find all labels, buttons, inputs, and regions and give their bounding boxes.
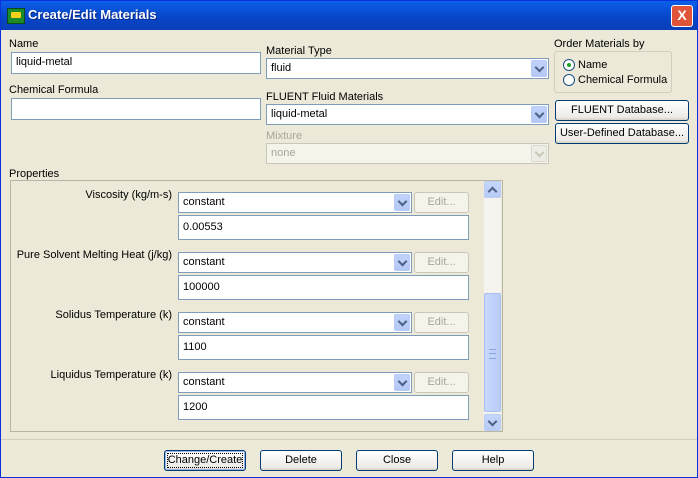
- chevron-down-icon[interactable]: [394, 254, 410, 271]
- material-type-value: fluid: [271, 62, 292, 74]
- melting-heat-method-select[interactable]: constant: [178, 252, 412, 273]
- melting-heat-method-value: constant: [183, 256, 225, 268]
- solidus-temperature-method-select[interactable]: constant: [178, 312, 412, 333]
- scroll-up-icon[interactable]: [484, 181, 501, 198]
- close-button[interactable]: Close: [356, 450, 438, 471]
- viscosity-method-value: constant: [183, 196, 225, 208]
- order-by-group: [554, 51, 672, 93]
- solidus-temperature-value-input[interactable]: 1100: [178, 335, 469, 360]
- chevron-down-icon[interactable]: [531, 106, 547, 123]
- fluent-materials-select[interactable]: liquid-metal: [266, 104, 549, 125]
- material-type-select[interactable]: fluid: [266, 58, 549, 79]
- viscosity-value-input[interactable]: 0.00553: [178, 215, 469, 240]
- chevron-down-icon: [531, 145, 547, 162]
- liquidus-temperature-method-select[interactable]: constant: [178, 372, 412, 393]
- chevron-down-icon[interactable]: [531, 60, 547, 77]
- order-by-formula-label[interactable]: Chemical Formula: [578, 74, 667, 86]
- viscosity-label: Viscosity (kg/m-s): [85, 189, 172, 201]
- properties-label: Properties: [9, 168, 60, 180]
- change-create-button[interactable]: Change/Create: [164, 450, 246, 471]
- liquidus-temperature-value-input[interactable]: 1200: [178, 395, 469, 420]
- title-bar[interactable]: Create/Edit Materials X: [1, 1, 697, 30]
- help-button[interactable]: Help: [452, 450, 534, 471]
- chevron-down-icon[interactable]: [394, 314, 410, 331]
- create-edit-materials-window: Create/Edit Materials X Name liquid-meta…: [0, 0, 698, 478]
- melting-heat-edit-button: Edit...: [414, 252, 469, 273]
- liquidus-temperature-method-value: constant: [183, 376, 225, 388]
- properties-scrollbar[interactable]: [484, 181, 501, 431]
- order-by-name-label[interactable]: Name: [578, 59, 607, 71]
- order-by-name-radio[interactable]: [563, 59, 575, 71]
- footer-divider: [1, 439, 697, 440]
- app-icon: [7, 8, 25, 24]
- melting-heat-label: Pure Solvent Melting Heat (j/kg): [16, 249, 172, 261]
- close-window-button[interactable]: X: [671, 5, 693, 27]
- scroll-down-icon[interactable]: [484, 414, 501, 431]
- chemical-formula-label: Chemical Formula: [9, 84, 99, 96]
- solidus-temperature-label: Solidus Temperature (k): [55, 309, 172, 321]
- order-by-formula-radio[interactable]: [563, 74, 575, 86]
- window-title: Create/Edit Materials: [28, 7, 157, 22]
- delete-button[interactable]: Delete: [260, 450, 342, 471]
- chevron-down-icon[interactable]: [394, 374, 410, 391]
- mixture-select: none: [266, 143, 549, 164]
- name-label: Name: [9, 38, 39, 50]
- liquidus-temperature-label: Liquidus Temperature (k): [50, 369, 172, 381]
- solidus-temperature-edit-button: Edit...: [414, 312, 469, 333]
- order-by-label: Order Materials by: [554, 38, 645, 50]
- material-type-label: Material Type: [266, 45, 332, 57]
- grip-icon: [489, 349, 496, 359]
- fluent-materials-value: liquid-metal: [271, 108, 328, 120]
- mixture-label: Mixture: [266, 130, 303, 142]
- fluent-materials-label: FLUENT Fluid Materials: [266, 91, 384, 103]
- fluent-database-button[interactable]: FLUENT Database...: [555, 100, 689, 121]
- viscosity-method-select[interactable]: constant: [178, 192, 412, 213]
- chevron-down-icon[interactable]: [394, 194, 410, 211]
- liquidus-temperature-edit-button: Edit...: [414, 372, 469, 393]
- name-input[interactable]: liquid-metal: [11, 52, 261, 74]
- viscosity-edit-button: Edit...: [414, 192, 469, 213]
- scrollbar-thumb[interactable]: [484, 293, 501, 412]
- user-defined-database-button[interactable]: User-Defined Database...: [555, 123, 689, 144]
- chemical-formula-input[interactable]: [11, 98, 261, 120]
- mixture-value: none: [271, 147, 296, 159]
- solidus-temperature-method-value: constant: [183, 316, 225, 328]
- melting-heat-value-input[interactable]: 100000: [178, 275, 469, 300]
